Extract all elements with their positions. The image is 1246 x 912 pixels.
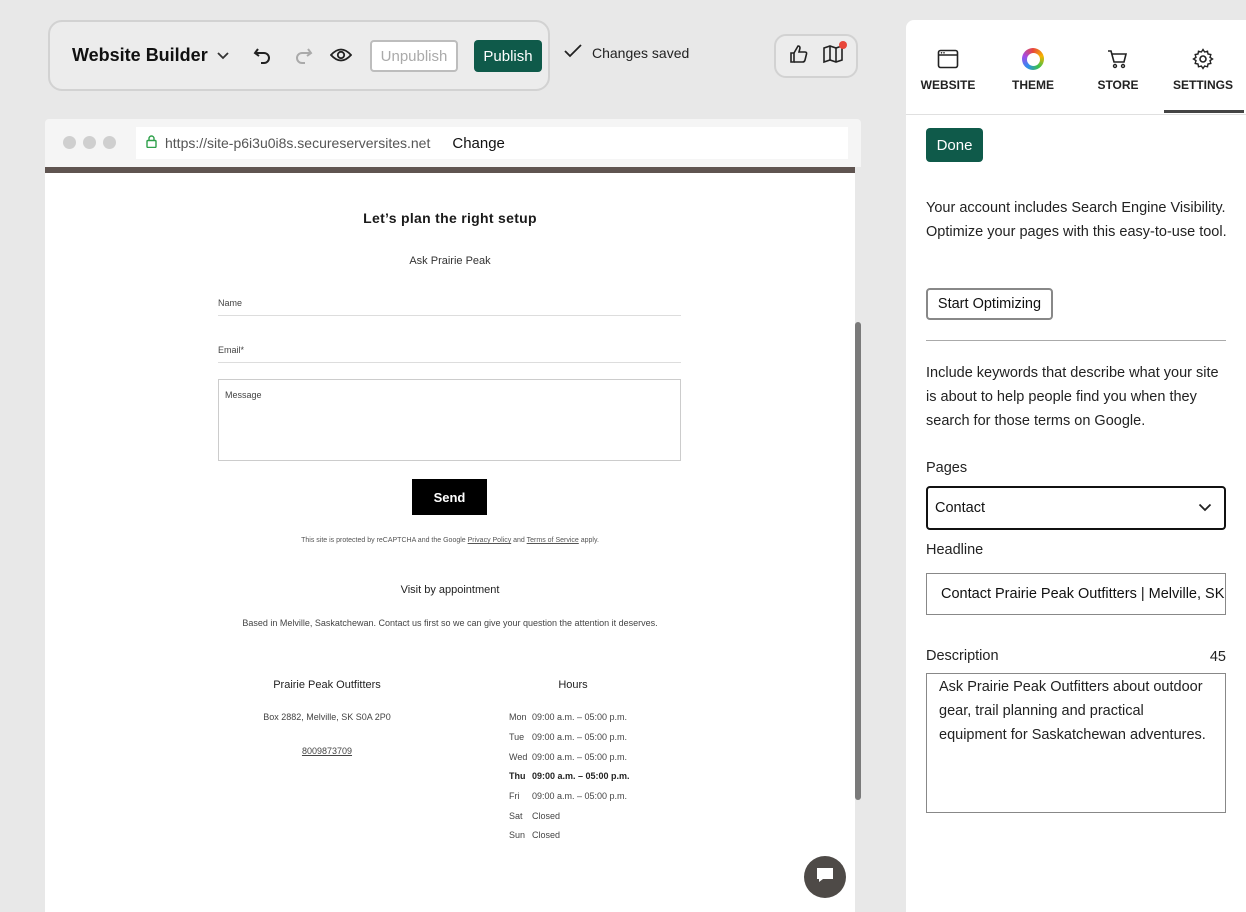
chat-button[interactable] — [804, 856, 846, 898]
gear-icon — [1163, 46, 1243, 72]
tab-store[interactable]: STORE — [1078, 46, 1158, 92]
hours-title: Hours — [558, 679, 588, 691]
recaptcha-and: and — [511, 537, 527, 544]
url-box: https://site-p6i3u0i8s.secureserversites… — [136, 127, 848, 159]
start-optimizing-button[interactable]: Start Optimizing — [926, 288, 1053, 320]
email-field[interactable]: Email* — [218, 335, 681, 363]
notification-dot — [838, 40, 847, 49]
headline-input[interactable]: Contact Prairie Peak Outfitters | Melvil… — [926, 573, 1226, 615]
contact-section-title: Let’s plan the right setup — [363, 210, 537, 226]
tab-label: STORE — [1097, 78, 1139, 92]
color-wheel-icon — [993, 46, 1073, 72]
section-divider — [926, 340, 1226, 341]
redo-icon[interactable] — [288, 40, 318, 70]
description-label: Description — [926, 648, 999, 664]
privacy-policy-link[interactable]: Privacy Policy — [468, 537, 512, 544]
thumbs-up-icon[interactable] — [789, 44, 809, 69]
recaptcha-prefix: This site is protected by reCAPTCHA and … — [301, 537, 468, 544]
site-preview: Let’s plan the right setup Ask Prairie P… — [45, 167, 855, 912]
lock-icon — [146, 135, 157, 151]
hours-row: Wed 09:00 a.m. – 05:00 p.m. — [509, 752, 628, 762]
checkmark-icon — [564, 44, 582, 61]
email-field-label: Email* — [218, 345, 245, 355]
secondary-toolbar — [774, 34, 858, 78]
save-status: Changes saved — [564, 44, 689, 61]
pages-label: Pages — [926, 460, 968, 476]
hours-row: Mon 09:00 a.m. – 05:00 p.m. — [509, 712, 628, 722]
keywords-help-text: Include keywords that describe what your… — [926, 365, 1219, 429]
active-tab-indicator — [1164, 110, 1244, 113]
terms-link[interactable]: Terms of Service — [527, 537, 579, 544]
recaptcha-notice: This site is protected by reCAPTCHA and … — [45, 537, 855, 544]
preview-scrollbar[interactable] — [855, 322, 861, 800]
headline-input-value: Contact Prairie Peak Outfitters | Melvil… — [941, 586, 1225, 602]
name-field[interactable]: Name — [218, 288, 681, 316]
map-icon[interactable] — [822, 40, 847, 69]
message-field[interactable]: Message — [218, 379, 681, 461]
description-char-count: 45 — [1209, 649, 1226, 665]
contact-section-subtitle: Ask Prairie Peak — [409, 255, 491, 267]
browser-address-bar: https://site-p6i3u0i8s.secureserversites… — [45, 119, 861, 167]
change-domain-link[interactable]: Change — [452, 135, 505, 152]
business-phone[interactable]: 8009873709 — [227, 746, 427, 756]
send-button[interactable]: Send — [412, 479, 487, 515]
brand-menu[interactable]: Website Builder — [72, 45, 230, 66]
description-textarea[interactable]: Ask Prairie Peak Outfitters about outdoo… — [926, 673, 1226, 813]
visit-description: Based in Melville, Saskatchewan. Contact… — [242, 618, 658, 628]
message-field-label: Message — [225, 390, 262, 400]
panel-tabs: WEBSITE THEME STORE SETTINGS — [906, 20, 1246, 115]
window-dots — [63, 136, 116, 149]
hours-row: Fri 09:00 a.m. – 05:00 p.m. — [509, 791, 628, 801]
seo-intro-text: Your account includes Search Engine Visi… — [926, 200, 1227, 240]
chevron-down-icon — [216, 45, 230, 66]
tab-website[interactable]: WEBSITE — [908, 46, 988, 92]
site-url: https://site-p6i3u0i8s.secureserversites… — [165, 135, 431, 151]
chat-bubble-icon — [815, 866, 835, 889]
settings-panel: WEBSITE THEME STORE SETTINGS Done Your a… — [906, 20, 1246, 912]
headline-label: Headline — [926, 542, 984, 558]
tab-label: WEBSITE — [920, 78, 976, 92]
preview-eye-icon[interactable] — [326, 40, 356, 70]
description-textarea-value: Ask Prairie Peak Outfitters about outdoo… — [939, 679, 1206, 743]
site-header-strip — [45, 167, 855, 173]
browser-window-icon — [908, 46, 988, 72]
visit-title: Visit by appointment — [400, 584, 500, 596]
name-field-label: Name — [218, 298, 243, 308]
business-address: Box 2882, Melville, SK S0A 2P0 — [263, 712, 391, 722]
done-button[interactable]: Done — [926, 128, 983, 162]
tab-label: SETTINGS — [1172, 78, 1233, 92]
tab-label: THEME — [1012, 78, 1054, 92]
tab-theme[interactable]: THEME — [993, 46, 1073, 92]
hours-row: Sat Closed — [509, 811, 561, 821]
brand-title: Website Builder — [72, 45, 208, 65]
undo-icon[interactable] — [248, 40, 278, 70]
save-status-text: Changes saved — [592, 44, 690, 61]
hours-row-today: Thu 09:00 a.m. – 05:00 p.m. — [509, 771, 630, 781]
cart-icon — [1078, 46, 1158, 72]
unpublish-button[interactable]: Unpublish — [370, 40, 458, 72]
pages-select[interactable]: Contact — [926, 486, 1226, 530]
business-name: Prairie Peak Outfitters — [273, 679, 381, 691]
hours-row: Tue 09:00 a.m. – 05:00 p.m. — [509, 732, 628, 742]
publish-button[interactable]: Publish — [474, 40, 542, 72]
hours-row: Sun Closed — [509, 830, 561, 840]
tab-settings[interactable]: SETTINGS — [1163, 46, 1243, 92]
pages-select-value: Contact — [935, 500, 985, 516]
chevron-down-icon — [1198, 500, 1212, 516]
recaptcha-suffix: apply. — [578, 537, 599, 544]
editor-toolbar: Website Builder Unpublish Publish — [48, 20, 550, 91]
